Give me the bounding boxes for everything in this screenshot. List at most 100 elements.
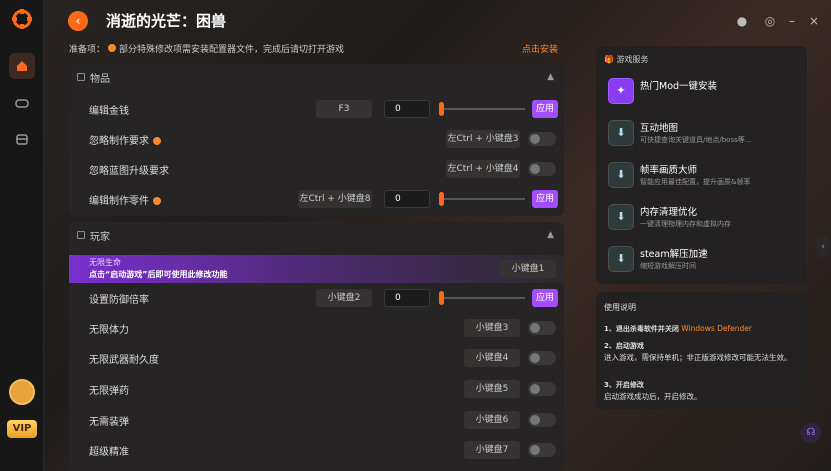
service-subtitle: 一键清理物理内存和虚拟内存	[640, 220, 731, 228]
service-mod-install[interactable]: ✦ 热门Mod一键安装	[608, 76, 803, 106]
hotkey[interactable]: 小键盘6	[464, 411, 520, 429]
vip-badge[interactable]: VIP	[7, 420, 37, 438]
settings-icon[interactable]: ◎	[762, 13, 778, 29]
service-title: 帧率画质大师	[640, 165, 698, 176]
page-title: 消逝的光芒：困兽	[106, 12, 227, 30]
download-icon: ⬇	[608, 246, 634, 272]
row-label: 无限武器耐久度	[89, 355, 159, 366]
app-logo-icon	[11, 8, 33, 30]
value-slider[interactable]	[439, 102, 525, 116]
record-icon[interactable]: ●	[734, 13, 750, 29]
hotkey[interactable]: 小键盘2	[316, 289, 372, 307]
highlight-row[interactable]: 无限生命 点击“启动游戏”后即可使用此修改功能 小键盘1	[69, 255, 564, 283]
hotkey[interactable]: 左Ctrl + 小键盘4	[446, 160, 520, 178]
value-input[interactable]: 0	[384, 190, 430, 208]
download-icon: ⬇	[608, 120, 634, 146]
player-panel: 玩家 ▲ 无限生命 点击“启动游戏”后即可使用此修改功能 小键盘1 设置防御倍率…	[69, 222, 564, 471]
row-label: 无需装弹	[89, 417, 129, 428]
sidebar: VIP	[0, 0, 44, 471]
headset-icon[interactable]: ☊	[801, 423, 821, 443]
minimize-icon[interactable]: –	[784, 13, 800, 29]
player-section-header[interactable]: 玩家 ▲	[69, 222, 564, 248]
gamepad-icon	[15, 99, 29, 108]
row-label: 编辑制作零件	[89, 192, 161, 207]
service-steam-unzip[interactable]: ⬇ steam解压加速 缩短游戏解压时间	[608, 244, 803, 274]
sidebar-item-toolbox[interactable]	[9, 126, 35, 152]
list-item: 无限弹药 小键盘5	[69, 374, 564, 404]
hotkey[interactable]: 小键盘5	[464, 380, 520, 398]
service-title: 热门Mod一键安装	[640, 81, 718, 92]
service-title: steam解压加速	[640, 249, 708, 260]
hotkey[interactable]: 左Ctrl + 小键盘3	[446, 130, 520, 148]
list-item: 无需装弹 小键盘6	[69, 405, 564, 435]
value-slider[interactable]	[439, 291, 525, 305]
help-step-1: 1、退出杀毒软件并关闭 Windows Defender	[604, 324, 752, 333]
help-title: 使用说明	[604, 303, 636, 312]
windows-defender-link[interactable]: Windows Defender	[681, 324, 752, 333]
service-memory-clean[interactable]: ⬇ 内存清理优化 一键清理物理内存和虚拟内存	[608, 202, 803, 232]
home-icon	[17, 61, 27, 71]
toggle-switch[interactable]	[528, 443, 556, 457]
back-button[interactable]: ‹	[68, 11, 88, 31]
help-panel: 使用说明 1、退出杀毒软件并关闭 Windows Defender 2、启动游戏…	[596, 292, 807, 409]
launch-notice: 点击“启动游戏”后即可使用此修改功能	[89, 270, 228, 279]
hotkey[interactable]: 小键盘7	[464, 441, 520, 459]
apply-button[interactable]: 应用	[532, 100, 558, 118]
slider-handle[interactable]	[439, 192, 444, 206]
services-panel: 🎁 游戏服务 ✦ 热门Mod一键安装 ⬇ 互动地图 可快捷查询关键道具/地点/b…	[596, 46, 807, 284]
apply-button[interactable]: 应用	[532, 289, 558, 307]
list-item: 编辑金钱 F3 0 应用	[69, 94, 564, 124]
hotkey[interactable]: 小键盘4	[464, 349, 520, 367]
top-bar: ‹ 消逝的光芒：困兽 ● ◎ – ×	[44, 0, 831, 42]
expand-arrow-icon[interactable]: ›	[817, 236, 829, 258]
service-title: 内存清理优化	[640, 207, 698, 218]
warning-prefix: 准备项：	[69, 45, 106, 55]
service-subtitle: 智能应用最佳配置，提升画质&帧率	[640, 178, 751, 186]
toggle-switch[interactable]	[528, 351, 556, 365]
info-dot-icon	[153, 197, 161, 205]
service-map[interactable]: ⬇ 互动地图 可快捷查询关键道具/地点/boss等...	[608, 118, 803, 148]
chevron-up-icon[interactable]: ▲	[547, 230, 554, 240]
row-label: 忽略制作要求	[89, 132, 161, 147]
row-label: 超级精准	[89, 447, 129, 458]
avatar[interactable]	[9, 379, 35, 405]
toggle-switch[interactable]	[528, 132, 556, 146]
hotkey[interactable]: 小键盘3	[464, 319, 520, 337]
hotkey[interactable]: 小键盘1	[500, 260, 556, 278]
download-icon: ⬇	[608, 162, 634, 188]
slider-handle[interactable]	[439, 291, 444, 305]
value-input[interactable]: 0	[384, 100, 430, 118]
hotkey[interactable]: 左Ctrl + 小键盘8	[298, 190, 372, 208]
slider-handle[interactable]	[439, 102, 444, 116]
list-item: 编辑制作零件 左Ctrl + 小键盘8 0 应用	[69, 184, 564, 214]
service-fps-master[interactable]: ⬇ 帧率画质大师 智能应用最佳配置，提升画质&帧率	[608, 160, 803, 190]
sidebar-item-home[interactable]	[9, 53, 35, 79]
list-item: 忽略制作要求 左Ctrl + 小键盘3	[69, 124, 564, 154]
toggle-switch[interactable]	[528, 321, 556, 335]
toolbox-icon	[16, 134, 28, 145]
list-item: 超级精准 小键盘7	[69, 435, 564, 465]
download-icon: ⬇	[608, 204, 634, 230]
value-slider[interactable]	[439, 192, 525, 206]
service-subtitle: 可快捷查询关键道具/地点/boss等...	[640, 136, 752, 144]
service-title: 互动地图	[640, 123, 679, 134]
value-input[interactable]: 0	[384, 289, 430, 307]
list-item: 无限体力 小键盘3	[69, 313, 564, 343]
close-icon[interactable]: ×	[806, 13, 822, 29]
chevron-up-icon[interactable]: ▲	[547, 72, 554, 82]
player-section-title: 玩家	[90, 231, 110, 243]
items-section-header[interactable]: 物品 ▲	[69, 64, 564, 90]
apply-button[interactable]: 应用	[532, 190, 558, 208]
list-item: 忽略蓝图升级要求 左Ctrl + 小键盘4	[69, 154, 564, 184]
toggle-switch[interactable]	[528, 413, 556, 427]
row-label: 编辑金钱	[89, 106, 129, 117]
items-section-title: 物品	[90, 73, 110, 85]
hotkey[interactable]: F3	[316, 100, 372, 118]
toggle-switch[interactable]	[528, 162, 556, 176]
items-panel: 物品 ▲ 编辑金钱 F3 0 应用 忽略制作要求 左Ctrl + 小键盘3 忽略…	[69, 64, 564, 216]
warning-dot-icon	[108, 44, 117, 52]
install-link[interactable]: 点击安装	[522, 42, 558, 55]
sidebar-item-games[interactable]	[9, 90, 35, 116]
list-item: 无限武器耐久度 小键盘4	[69, 343, 564, 373]
toggle-switch[interactable]	[528, 382, 556, 396]
